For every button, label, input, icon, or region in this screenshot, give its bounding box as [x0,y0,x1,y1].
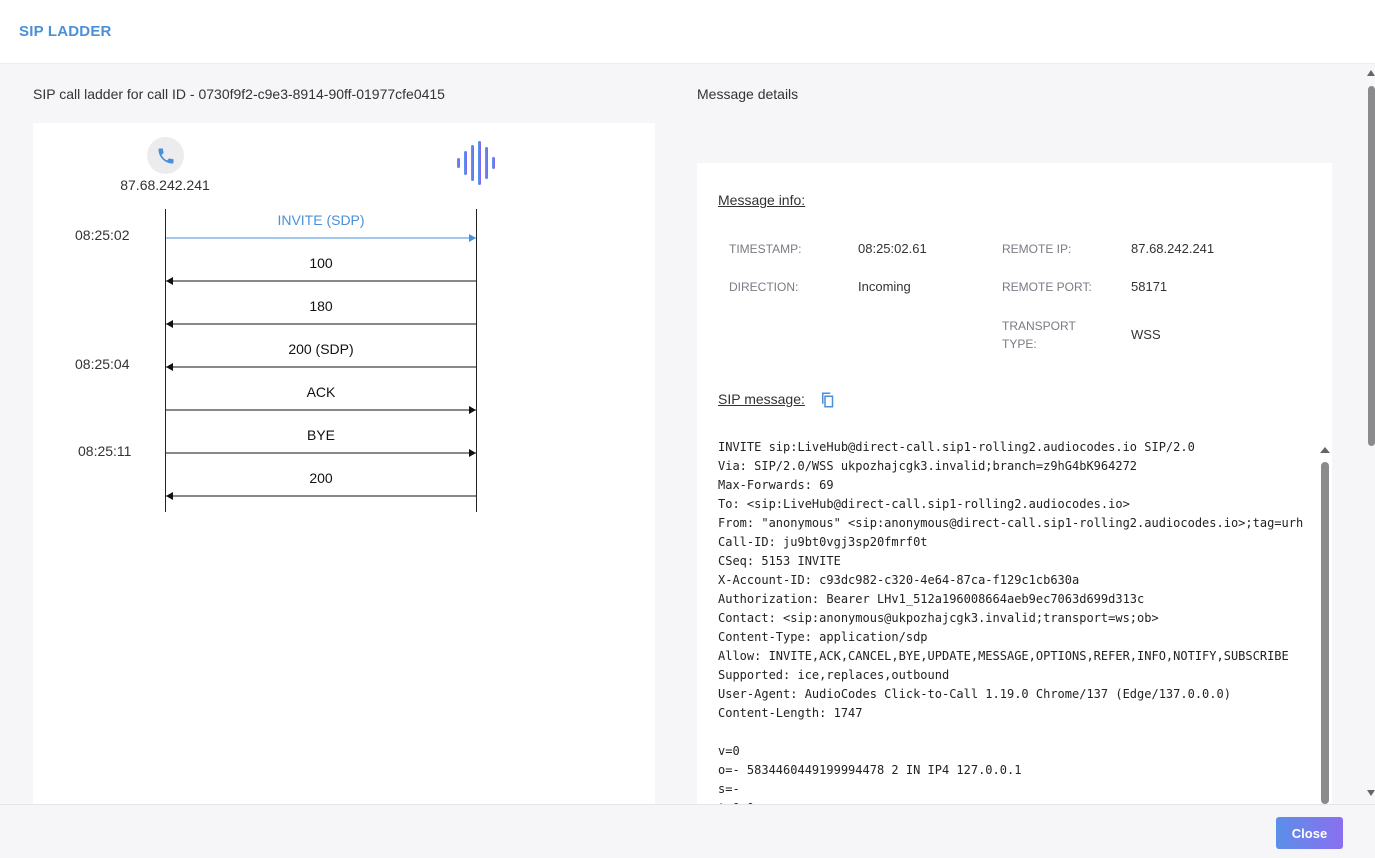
sip-message-body[interactable]: INVITE sip:LiveHub@direct-call.sip1-roll… [718,438,1318,804]
sip-message-line: CSeq: 5153 INVITE [718,554,841,568]
sip-message-scrollbar[interactable] [1321,462,1329,804]
inner-scroll-up-arrow[interactable] [1320,447,1330,453]
ladder-message-label[interactable]: ACK [166,384,476,400]
close-button[interactable]: Close [1276,817,1343,849]
transport-value: WSS [1131,327,1161,342]
ladder-message-label[interactable]: BYE [166,427,476,443]
sip-message-line: Allow: INVITE,ACK,CANCEL,BYE,UPDATE,MESS… [718,649,1289,663]
remote-ip-value: 87.68.242.241 [1131,241,1215,256]
caller-avatar [147,137,184,174]
sip-message-line: X-Account-ID: c93dc982-c320-4e64-87ca-f1… [718,573,1080,587]
sip-message-line: Contact: <sip:anonymous@ukpozhajcgk3.inv… [718,611,1159,625]
timestamp-value: 08:25:02.61 [858,241,927,256]
dialog-footer [0,804,1375,858]
message-info-title: Message info: [718,192,806,208]
sip-message-line: Content-Length: 1747 [718,706,863,720]
sip-message-line: To: <sip:LiveHub@direct-call.sip1-rollin… [718,497,1130,511]
details-heading: Message details [697,86,799,102]
timestamp-label: TIMESTAMP: [729,242,802,256]
ladder-message-label[interactable]: 200 (SDP) [166,341,476,357]
remote-port-label: REMOTE PORT: [1002,280,1092,294]
ladder-message-label[interactable]: 200 [166,470,476,486]
ladder-message-label[interactable]: 100 [166,255,476,271]
sip-message-title: SIP message: [718,391,805,407]
transport-label-line: TYPE: [1002,337,1037,351]
sip-message-line: User-Agent: AudioCodes Click-to-Call 1.1… [718,687,1231,701]
phone-icon [158,148,173,163]
sip-message-line: Via: SIP/2.0/WSS ukpozhajcgk3.invalid;br… [718,459,1138,473]
ladder-message-label[interactable]: 180 [166,298,476,314]
sip-message-line [718,723,1318,742]
ladder-heading: SIP call ladder for call ID - 0730f9f2-c… [33,86,445,102]
sip-message-line: Call-ID: ju9bt0vgj3sp20fmrf0t [718,535,928,549]
remote-port-value: 58171 [1131,279,1168,294]
ladder-message-label[interactable]: INVITE (SDP) [166,212,476,228]
remote-ip-label: REMOTE IP: [1002,242,1072,256]
sip-message-line: INVITE sip:LiveHub@direct-call.sip1-roll… [718,440,1195,454]
sip-message-line: s=- [718,782,740,796]
sip-message-line: Content-Type: application/sdp [718,630,928,644]
ladder-timestamp: 08:25:02 [75,227,130,243]
ladder-timestamp: 08:25:04 [75,356,130,372]
sip-message-line: Supported: ice,replaces,outbound [718,668,950,682]
copy-icon[interactable] [819,391,837,409]
dialog-header: SIP LADDER [0,0,1375,64]
audio-wave-icon [457,141,495,185]
dialog-title: SIP LADDER [19,23,112,40]
transport-label: TRANSPORT TYPE: [1002,317,1076,353]
dialog-scrollbar[interactable] [1368,86,1375,446]
caller-ip: 87.68.242.241 [120,177,210,193]
server-lifeline [476,209,477,512]
transport-label-line: TRANSPORT [1002,319,1076,333]
outer-scroll-down-arrow[interactable] [1367,790,1375,796]
direction-value: Incoming [858,279,911,294]
sip-message-line: From: "anonymous" <sip:anonymous@direct-… [718,516,1304,530]
ladder-timestamp: 08:25:11 [78,443,132,459]
sip-message-line: Authorization: Bearer LHv1_512a196008664… [718,592,1145,606]
sip-message-line: v=0 [718,744,740,758]
direction-label: DIRECTION: [729,280,799,294]
outer-scroll-up-arrow[interactable] [1367,70,1375,76]
sip-message-line: o=- 5834460449199994478 2 IN IP4 127.0.0… [718,763,1022,777]
sip-message-line: Max-Forwards: 69 [718,478,834,492]
